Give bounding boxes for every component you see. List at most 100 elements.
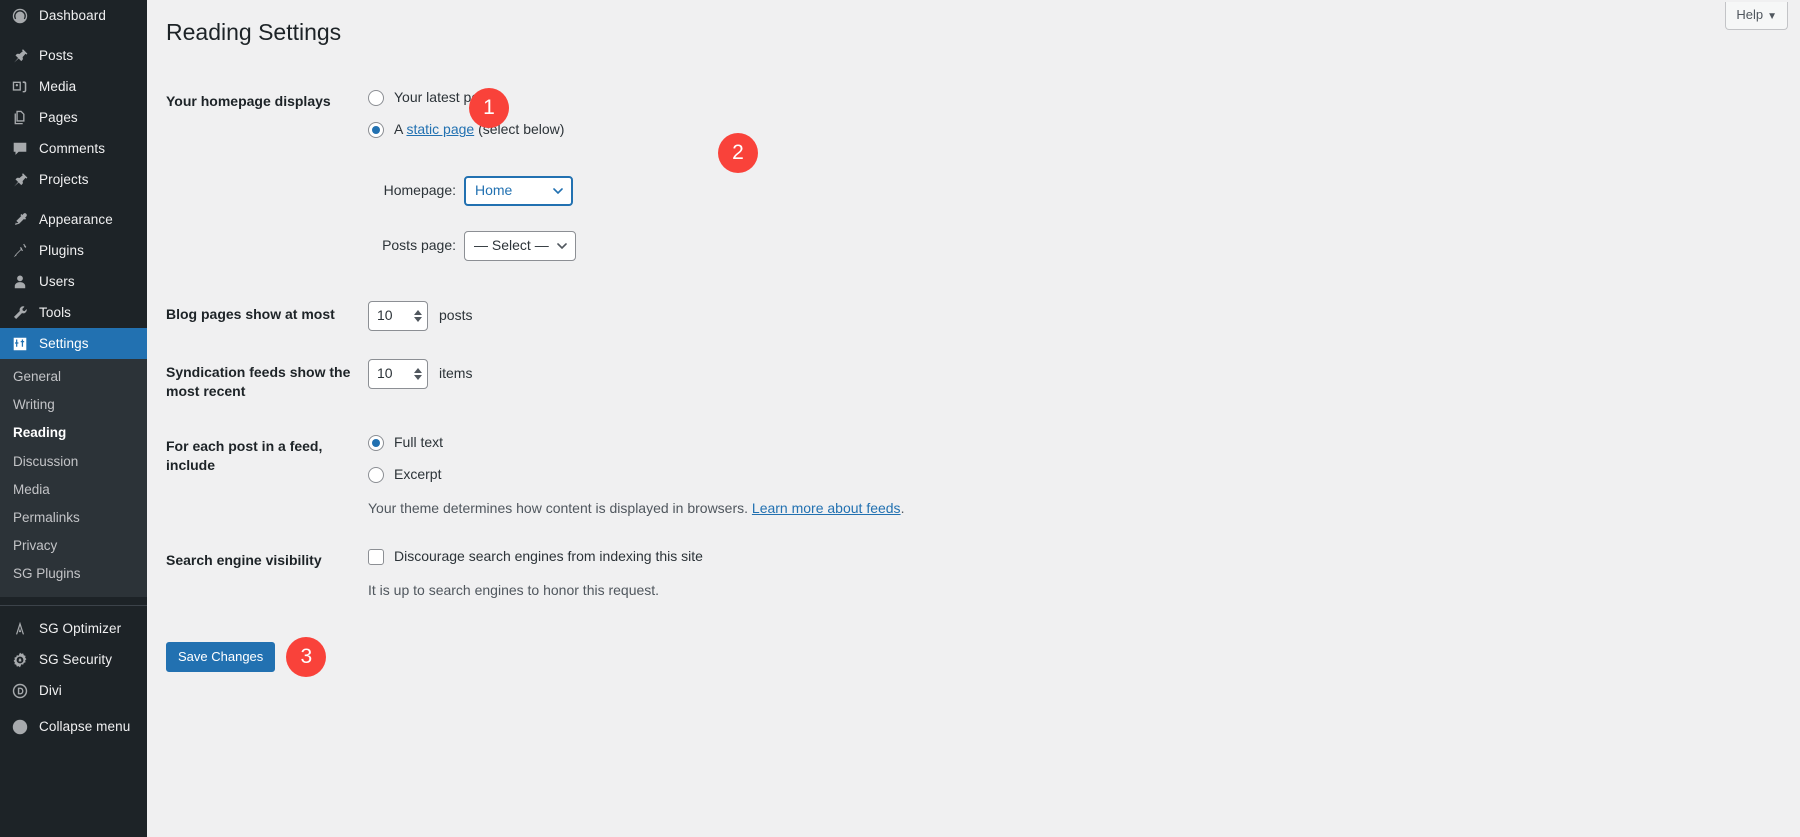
sidebar-item-divi[interactable]: Divi — [0, 676, 147, 707]
sidebar-item-sg-optimizer[interactable]: SG Optimizer — [0, 614, 147, 645]
sidebar-item-label: Pages — [39, 109, 78, 125]
sidebar-item-posts[interactable]: Posts — [0, 40, 147, 71]
sidebar-item-users[interactable]: Users — [0, 266, 147, 297]
field-blog-pages: 10 posts — [368, 287, 1216, 345]
submit-area: Save Changes 3 — [166, 636, 1800, 677]
discourage-search-engines-checkbox[interactable] — [368, 548, 384, 565]
save-changes-button[interactable]: Save Changes — [166, 641, 276, 672]
sidebar-item-label: Users — [39, 273, 75, 289]
sidebar-item-label: Posts — [39, 47, 74, 63]
sidebar-item-label: Projects — [39, 171, 89, 187]
dashboard-icon — [10, 6, 30, 26]
help-button[interactable]: Help ▼ — [1725, 2, 1788, 31]
label-blog-pages: Blog pages show at most — [166, 306, 335, 323]
radio-static-page[interactable] — [368, 122, 384, 139]
radio-full-text-label: Full text — [394, 433, 444, 450]
submenu-item-discussion[interactable]: Discussion — [0, 448, 147, 476]
radio-excerpt-label: Excerpt — [394, 466, 442, 483]
sidebar-item-collapse-menu[interactable]: Collapse menu — [0, 712, 147, 743]
sidebar-item-sg-security[interactable]: SG Security — [0, 645, 147, 676]
homepage-select-label: Homepage: — [383, 182, 456, 199]
posts-page-select-row: Posts page: — Select — — [368, 231, 1206, 262]
submenu-item-media[interactable]: Media — [0, 476, 147, 504]
sidebar-item-settings[interactable]: Settings — [0, 328, 155, 359]
feed-desc-suffix: . — [900, 500, 905, 517]
pin-icon — [10, 46, 30, 66]
sidebar-item-label: Divi — [39, 683, 62, 699]
sidebar-item-label: Dashboard — [39, 7, 106, 23]
settings-icon — [10, 334, 30, 354]
radio-excerpt-row[interactable]: Excerpt — [368, 465, 1206, 485]
reading-settings-form: Your homepage displays Your latest posts… — [166, 74, 1216, 615]
feed-desc-prefix: Your theme determines how content is dis… — [368, 500, 752, 517]
learn-more-feeds-link[interactable]: Learn more about feeds — [752, 500, 901, 516]
label-feed-include: For each post in a feed, include — [166, 437, 323, 473]
divi-icon — [10, 681, 30, 701]
radio-excerpt[interactable] — [368, 467, 384, 484]
field-syndication-feeds: 10 items — [368, 345, 1216, 419]
submenu-item-sg-plugins[interactable]: SG Plugins — [0, 560, 147, 588]
admin-screen: Dashboard Posts Media Pages Comments Pro… — [0, 0, 1800, 837]
comments-icon — [10, 139, 30, 159]
submenu-item-privacy[interactable]: Privacy — [0, 532, 147, 560]
spinner-icon[interactable] — [413, 368, 423, 381]
syndication-value: 10 — [377, 365, 393, 382]
blog-pages-value: 10 — [377, 307, 393, 324]
submenu-item-writing[interactable]: Writing — [0, 391, 147, 419]
syndication-input[interactable]: 10 — [368, 359, 428, 390]
posts-page-select-value: — Select — — [474, 237, 549, 254]
search-visibility-description: It is up to search engines to honor this… — [368, 581, 660, 598]
sidebar-item-dashboard[interactable]: Dashboard — [0, 0, 147, 31]
sidebar-item-media[interactable]: Media — [0, 71, 147, 102]
appearance-icon — [10, 210, 30, 230]
submenu-item-reading[interactable]: Reading — [0, 419, 147, 447]
sg-optimizer-icon — [10, 619, 30, 639]
sidebar-item-pages[interactable]: Pages — [0, 102, 147, 133]
sidebar-item-label: SG Security — [39, 652, 113, 668]
radio-full-text-row[interactable]: Full text — [368, 433, 1206, 453]
feed-include-description: Your theme determines how content is dis… — [368, 498, 1206, 519]
admin-sidebar: Dashboard Posts Media Pages Comments Pro… — [0, 0, 155, 837]
sidebar-item-label: Settings — [39, 335, 89, 351]
static-page-link[interactable]: static page — [406, 121, 474, 137]
homepage-select-value: Home — [475, 182, 513, 199]
sidebar-item-label: Media — [39, 78, 77, 94]
sidebar-item-label: Plugins — [39, 242, 84, 258]
sidebar-item-projects[interactable]: Projects — [0, 164, 147, 195]
sidebar-item-appearance[interactable]: Appearance — [0, 204, 147, 235]
row-blog-pages: Blog pages show at most 10 posts — [166, 287, 1216, 345]
sidebar-item-label: Tools — [39, 304, 72, 320]
step-badge-3: 3 — [286, 636, 327, 677]
row-syndication-feeds: Syndication feeds show the most recent 1… — [166, 345, 1216, 419]
submenu-item-permalinks[interactable]: Permalinks — [0, 504, 147, 532]
radio-full-text[interactable] — [368, 434, 384, 451]
media-icon — [10, 77, 30, 97]
posts-page-select[interactable]: — Select — — [464, 231, 576, 262]
label-homepage-displays: Your homepage displays — [166, 92, 331, 109]
blog-pages-input[interactable]: 10 — [368, 301, 428, 332]
submenu-item-general[interactable]: General — [0, 363, 147, 391]
page-title: Reading Settings — [166, 19, 342, 45]
sidebar-item-tools[interactable]: Tools — [0, 297, 147, 328]
checkbox-discourage-row[interactable]: Discourage search engines from indexing … — [368, 547, 1206, 567]
help-tab-wrap: Help ▼ — [1725, 2, 1788, 31]
sidebar-item-comments[interactable]: Comments — [0, 133, 147, 164]
field-search-visibility: Discourage search engines from indexing … — [368, 533, 1216, 615]
syndication-row: 10 items — [368, 359, 1206, 390]
homepage-select-row: Homepage: Home — [368, 176, 1206, 207]
plugins-icon — [10, 241, 30, 261]
row-search-visibility: Search engine visibility Discourage sear… — [166, 533, 1216, 615]
users-icon — [10, 272, 30, 292]
collapse-left-icon — [10, 717, 30, 737]
homepage-select[interactable]: Home — [464, 176, 573, 207]
sidebar-item-label: SG Optimizer — [39, 621, 122, 637]
blog-pages-row: 10 posts — [368, 301, 1206, 332]
sidebar-item-plugins[interactable]: Plugins — [0, 235, 147, 266]
field-feed-include: Full text Excerpt Your theme determines … — [368, 419, 1216, 533]
radio-latest-posts[interactable] — [368, 89, 384, 106]
label-syndication-feeds: Syndication feeds show the most recent — [166, 364, 351, 399]
spinner-icon[interactable] — [413, 310, 423, 323]
blog-pages-unit: posts — [439, 307, 473, 324]
